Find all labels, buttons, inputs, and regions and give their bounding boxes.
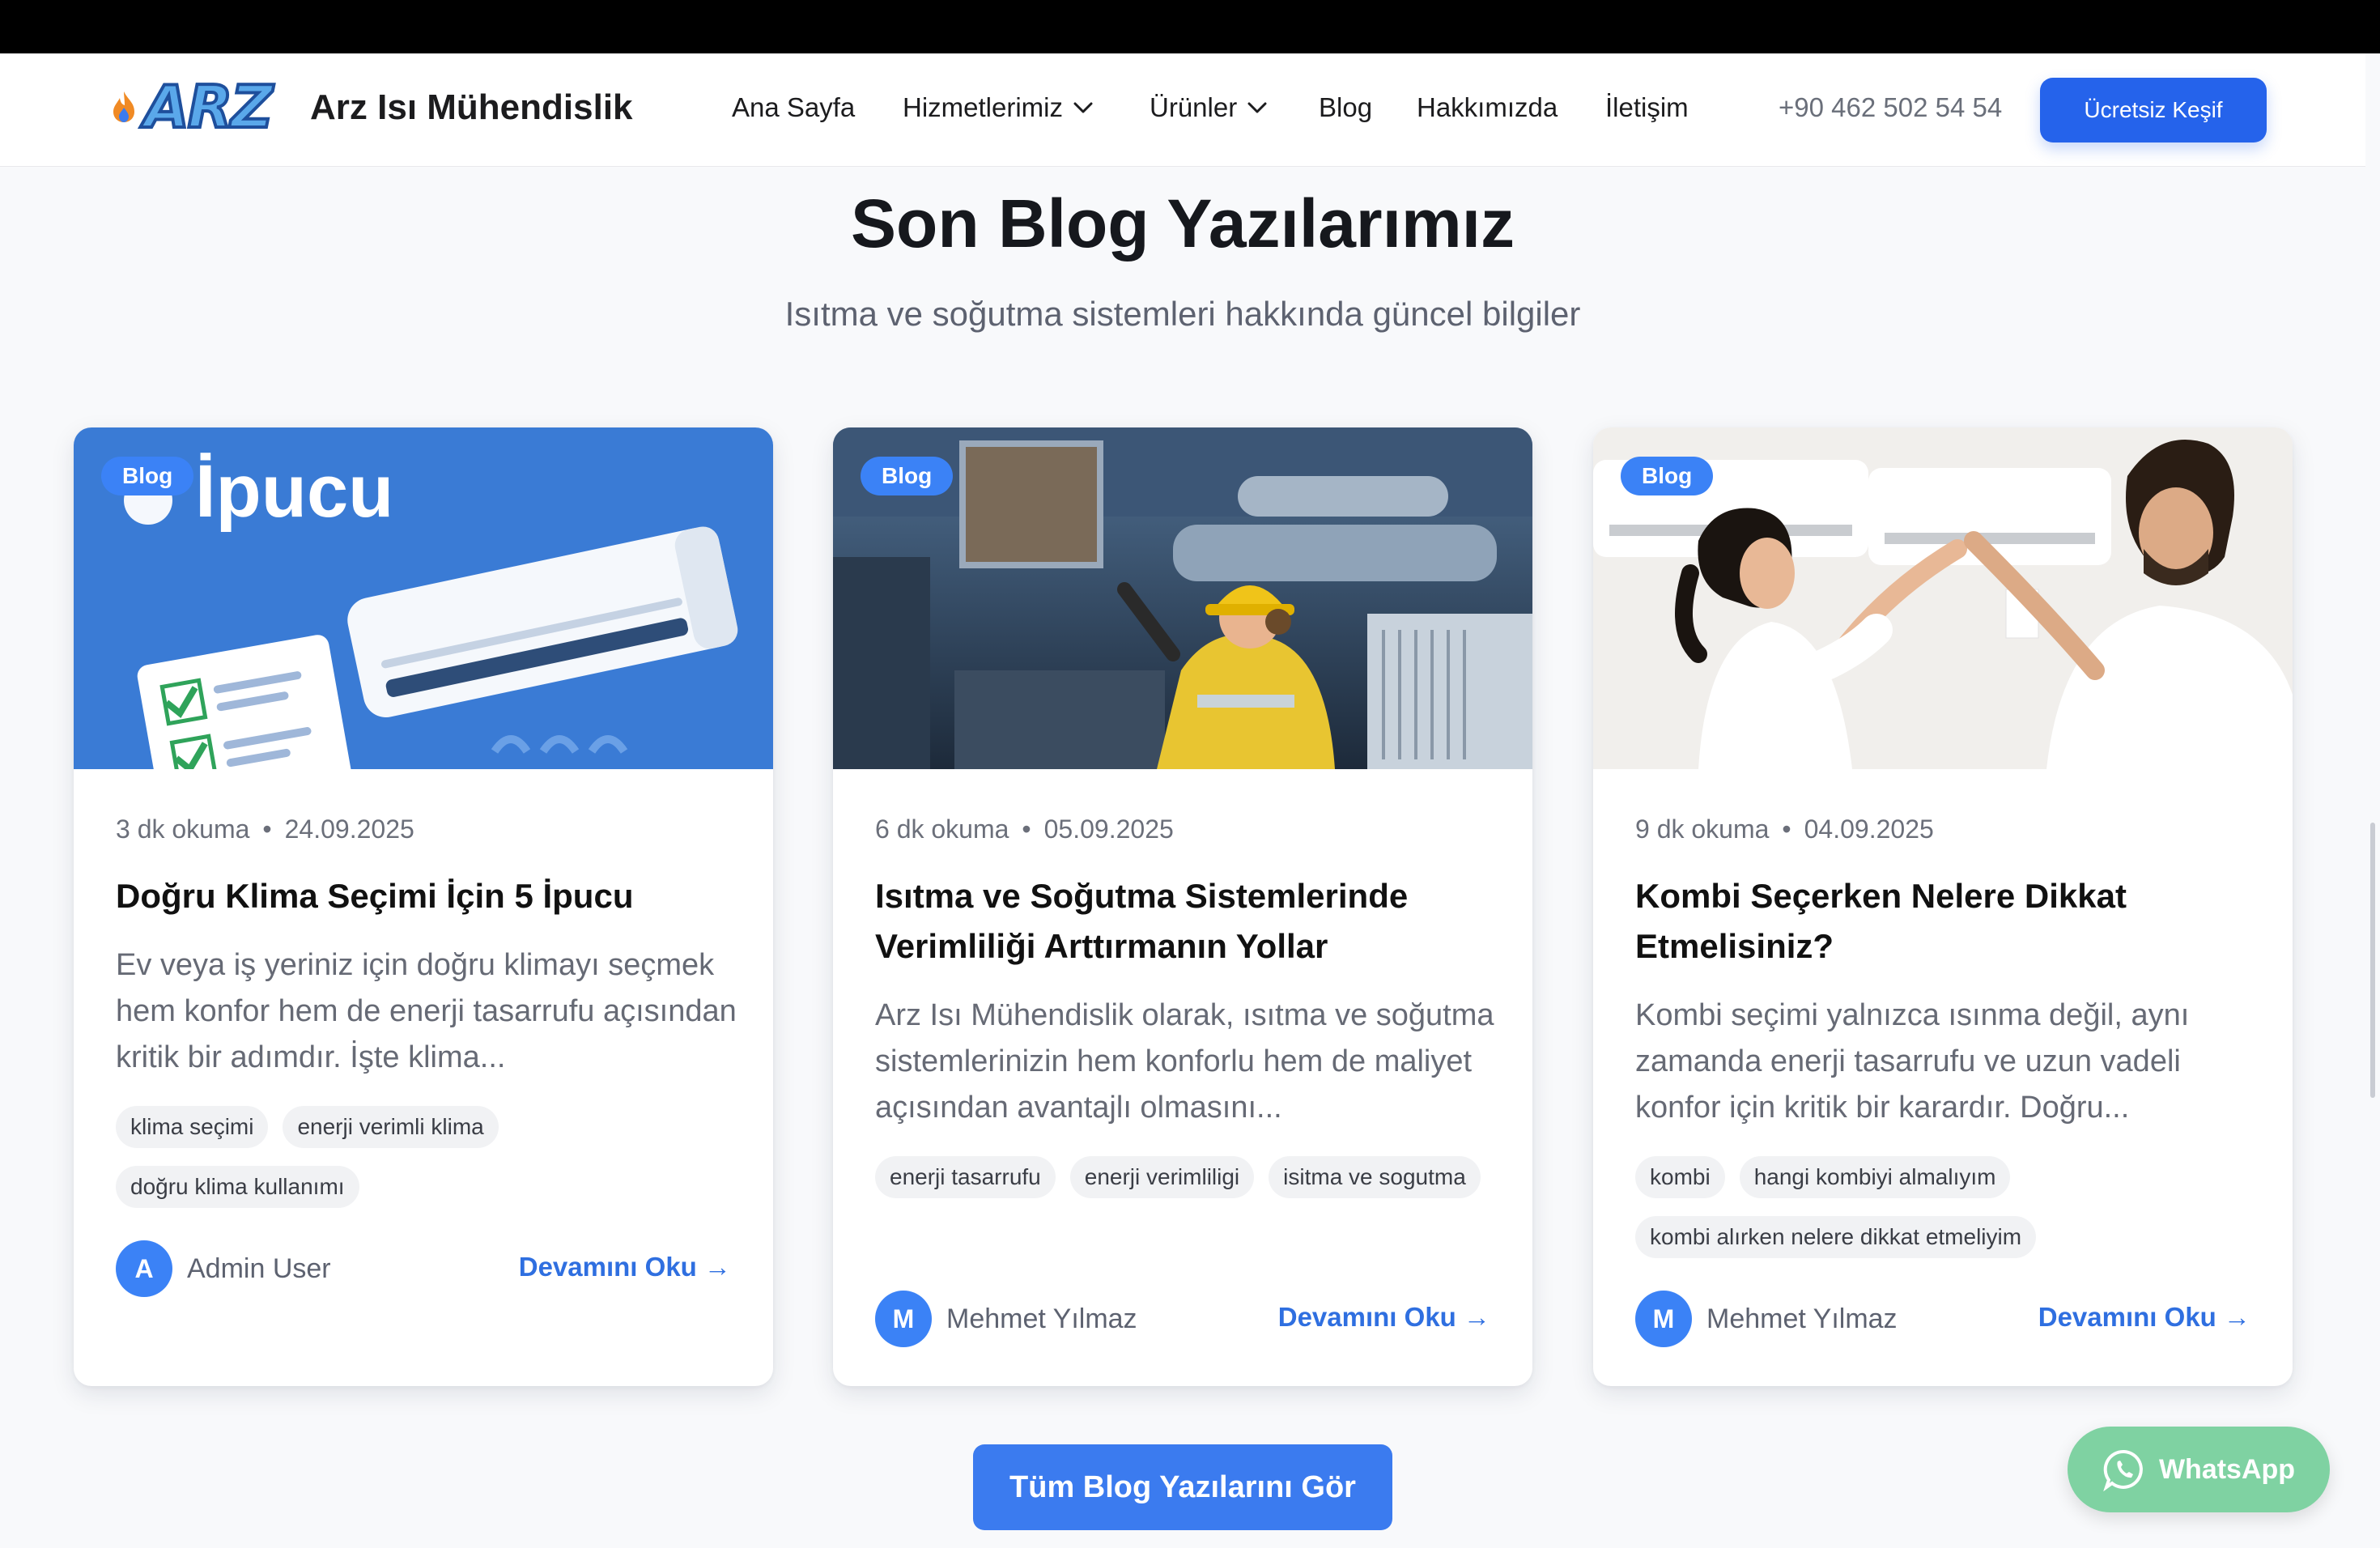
post-date: 04.09.2025 (1804, 814, 1934, 844)
nav-services-label: Hizmetlerimiz (903, 92, 1063, 122)
post-tags: klima seçimi enerji verimli klima doğru … (116, 1106, 747, 1208)
category-badge[interactable]: Blog (1621, 457, 1714, 495)
avatar: M (875, 1291, 932, 1347)
all-posts-button[interactable]: Tüm Blog Yazılarını Gör (973, 1444, 1392, 1530)
chevron-down-icon (1073, 102, 1093, 113)
read-more-link[interactable]: Devamını Oku → (519, 1252, 731, 1282)
blog-card-image[interactable]: İpucu Blog (74, 427, 773, 769)
read-more-link[interactable]: Devamını Oku → (2038, 1302, 2250, 1333)
category-badge[interactable]: Blog (861, 457, 954, 495)
post-meta: 6 dk okuma • 05.09.2025 (875, 814, 1174, 844)
read-more-link[interactable]: Devamını Oku → (1278, 1302, 1490, 1333)
nav-home-label: Ana Sayfa (732, 92, 856, 122)
tag[interactable]: kombi alırken nelere dikkat etmeliyim (1635, 1216, 2037, 1258)
author-name: Mehmet Yılmaz (946, 1303, 1137, 1334)
read-time: 6 dk okuma (875, 814, 1009, 844)
blog-card-image[interactable]: Blog (1593, 427, 2293, 769)
nav-about-label: Hakkımızda (1417, 92, 1558, 122)
category-badge[interactable]: Blog (101, 457, 194, 495)
phone-link[interactable]: +90 462 502 54 54 (1779, 92, 2002, 123)
blog-card[interactable]: İpucu Blog 3 dk okuma • 24.09.2025 Doğru… (74, 427, 773, 1386)
meta-separator: • (1022, 814, 1031, 844)
tag[interactable]: isitma ve sogutma (1269, 1156, 1481, 1198)
whatsapp-icon (2103, 1449, 2143, 1491)
section-title: Son Blog Yazılarımız (851, 185, 1515, 262)
post-title[interactable]: Isıtma ve Soğutma Sistemlerinde Verimlil… (875, 871, 1507, 972)
author-name: Admin User (187, 1252, 331, 1284)
tag[interactable]: enerji tasarrufu (875, 1156, 1056, 1198)
nav-contact[interactable]: İletişim (1605, 92, 1689, 123)
tag[interactable]: kombi (1635, 1156, 1725, 1198)
site-logo[interactable]: ARZ (110, 73, 274, 141)
nav-blog[interactable]: Blog (1319, 92, 1372, 123)
post-author: A Admin User (116, 1240, 331, 1297)
nav-products-label: Ürünler (1150, 92, 1238, 122)
nav-home[interactable]: Ana Sayfa (732, 92, 855, 123)
page-scrollbar[interactable] (2365, 53, 2380, 1548)
flame-icon (113, 91, 134, 122)
post-date: 05.09.2025 (1043, 814, 1174, 844)
post-meta: 9 dk okuma • 04.09.2025 (1635, 814, 1934, 844)
meta-separator: • (262, 814, 272, 844)
read-time: 3 dk okuma (116, 814, 250, 844)
blog-card[interactable]: Blog 9 dk okuma • 04.09.2025 Kombi Seçerke… (1593, 427, 2293, 1386)
nav-about[interactable]: Hakkımızda (1417, 92, 1558, 123)
tag[interactable]: doğru klima kullanımı (116, 1166, 359, 1208)
logo-mark: ARZ (142, 73, 274, 141)
tag[interactable]: enerji verimli klima (283, 1106, 499, 1148)
post-tags: kombi hangi kombiyi almalıyım kombi alır… (1635, 1156, 2267, 1258)
nav-contact-label: İletişim (1605, 92, 1689, 122)
brand-name[interactable]: Arz Isı Mühendislik (310, 87, 633, 128)
post-tags: enerji tasarrufu enerji verimliligi isit… (875, 1156, 1507, 1198)
scrollbar-thumb[interactable] (2370, 823, 2375, 1098)
blog-card-image[interactable]: Blog (833, 427, 1532, 769)
nav-blog-label: Blog (1319, 92, 1373, 122)
avatar: M (1635, 1291, 1692, 1347)
nav-services[interactable]: Hizmetlerimiz (903, 92, 1094, 123)
nav-products[interactable]: Ürünler (1150, 92, 1268, 123)
post-author: M Mehmet Yılmaz (875, 1291, 1137, 1347)
whatsapp-label: WhatsApp (2158, 1453, 2296, 1485)
tag[interactable]: enerji verimliligi (1069, 1156, 1255, 1198)
blog-card[interactable]: Blog 6 dk okuma • 05.09.2025 Isıtma ve Soğ… (833, 427, 1532, 1386)
post-date: 24.09.2025 (284, 814, 414, 844)
chevron-down-icon (1247, 102, 1267, 113)
image-text: İpucu (195, 450, 393, 533)
post-excerpt: Kombi seçimi yalnızca ısınma değil, aynı… (1635, 998, 2190, 1125)
tag[interactable]: klima seçimi (116, 1106, 269, 1148)
meta-separator: • (1782, 814, 1791, 844)
whatsapp-button[interactable]: WhatsApp (2068, 1427, 2330, 1512)
post-title[interactable]: Kombi Seçerken Nelere Dikkat Etmelisiniz… (1635, 871, 2267, 972)
section-subtitle: Isıtma ve soğutma sistemleri hakkında gü… (784, 295, 1581, 333)
post-excerpt: Arz Isı Mühendislik olarak, ısıtma ve so… (875, 998, 1494, 1125)
read-time: 9 dk okuma (1635, 814, 1770, 844)
post-title[interactable]: Doğru Klima Seçimi İçin 5 İpucu (116, 871, 747, 921)
author-name: Mehmet Yılmaz (1706, 1303, 1898, 1334)
browser-top-bar (0, 0, 2380, 53)
avatar: A (116, 1240, 172, 1297)
post-meta: 3 dk okuma • 24.09.2025 (116, 814, 414, 844)
free-survey-button[interactable]: Ücretsiz Keşif (2040, 78, 2267, 142)
post-excerpt: Ev veya iş yeriniz için doğru klimayı se… (116, 948, 737, 1074)
tag[interactable]: hangi kombiyi almalıyım (1739, 1156, 2011, 1198)
post-author: M Mehmet Yılmaz (1635, 1291, 1898, 1347)
